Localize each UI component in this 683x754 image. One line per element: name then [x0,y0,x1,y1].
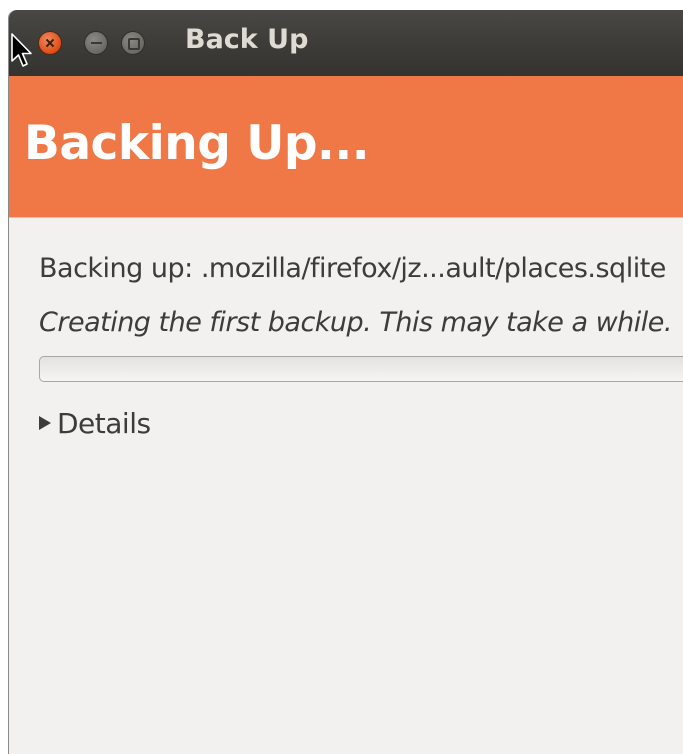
mouse-pointer-icon [11,33,32,67]
close-button[interactable] [38,31,62,55]
maximize-button[interactable] [121,31,145,55]
backup-window: Back Up Backing Up... Backing up: .mozil… [8,10,683,754]
progress-bar [39,356,683,382]
window-title: Back Up [185,24,309,55]
header-banner: Backing Up... [9,76,683,218]
title-bar[interactable]: Back Up [9,10,683,76]
page-title: Backing Up... [24,116,370,171]
status-text: Backing up: .mozilla/firefox/jz...ault/p… [39,253,666,284]
details-expander[interactable]: Details [39,406,151,440]
minimize-button[interactable] [84,31,108,55]
details-label: Details [57,406,151,440]
status-message: Creating the first backup. This may take… [39,307,673,338]
expander-arrow-icon [39,416,51,430]
